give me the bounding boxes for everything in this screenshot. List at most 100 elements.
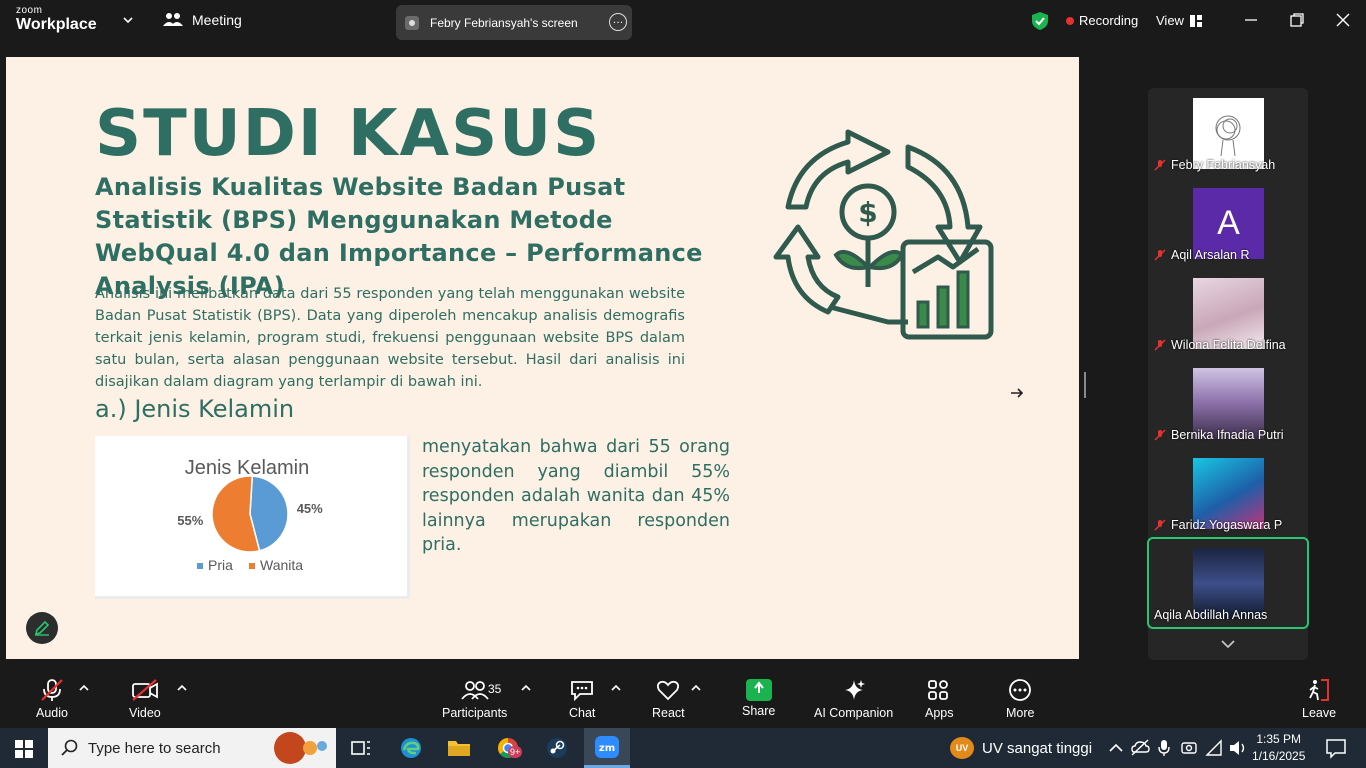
chevron-up-icon[interactable] <box>177 684 187 692</box>
windows-start-icon[interactable] <box>14 739 34 759</box>
participant-tile[interactable]: Febry Febriansyah <box>1148 88 1308 178</box>
edge-browser-icon[interactable] <box>398 736 424 760</box>
apps-icon <box>928 680 949 700</box>
clock-time: 1:35 PM <box>1256 732 1302 746</box>
participant-tile[interactable]: Bernika Ifnadia Putri <box>1148 358 1308 448</box>
cloud-off-icon[interactable] <box>1129 736 1151 760</box>
network-icon[interactable] <box>1204 736 1224 760</box>
apps-button[interactable]: Apps <box>925 678 954 720</box>
participant-tile[interactable]: Wilona Felita Delfina <box>1148 268 1308 358</box>
participant-name-row: Aqil Arsalan R <box>1154 248 1250 262</box>
sparkle-icon <box>844 680 865 700</box>
chevron-down-icon[interactable] <box>122 14 134 26</box>
chevron-up-icon[interactable] <box>611 684 621 692</box>
participants-label: Participants <box>442 706 508 720</box>
svg-text:$: $ <box>858 196 877 229</box>
task-view-icon[interactable] <box>348 736 374 760</box>
svg-text:zm: zm <box>599 743 615 754</box>
video-off-icon <box>131 679 158 701</box>
minimize-icon[interactable] <box>1243 12 1259 28</box>
participant-name-row: Febry Febriansyah <box>1154 158 1275 172</box>
participant-tile[interactable]: Faridz Yogaswara P <box>1148 448 1308 538</box>
view-button[interactable]: View <box>1156 13 1202 28</box>
apps-label: Apps <box>925 706 954 720</box>
participant-name: Faridz Yogaswara P <box>1171 518 1283 532</box>
leave-button[interactable]: Leave <box>1302 678 1336 720</box>
pencil-icon <box>34 620 50 636</box>
legend-swatch-pria <box>197 563 203 569</box>
meeting-label: Meeting <box>192 12 242 28</box>
mic-muted-icon <box>1154 519 1166 531</box>
share-label: Febry Febriansyah's screen <box>430 15 578 30</box>
data-label-pria: 45% <box>297 501 323 516</box>
restore-icon[interactable] <box>1289 12 1305 28</box>
recording-dot-icon <box>1066 16 1074 25</box>
volume-icon[interactable] <box>1228 736 1248 760</box>
share-label: Share <box>742 704 776 718</box>
heart-icon <box>657 680 680 701</box>
system-clock[interactable]: 1:35 PM 1/16/2025 <box>1252 731 1305 765</box>
clock-date: 1/16/2025 <box>1252 749 1306 763</box>
section-heading: a.) Jenis Kelamin <box>95 395 295 423</box>
brand-bottom: Workplace <box>16 16 97 33</box>
participant-tile-active-speaker[interactable]: Aqila Abdillah Annas <box>1147 537 1309 629</box>
pie-chart-card: Jenis Kelamin 45% 55% Pria Wanita <box>95 436 410 599</box>
close-icon[interactable] <box>1335 12 1351 28</box>
zoom-logo[interactable]: zoom Workplace <box>16 6 97 33</box>
video-button[interactable]: Video <box>129 678 161 720</box>
screen-share-pill[interactable]: Febry Febriansyah's screen … <box>396 5 632 40</box>
shield-check-icon[interactable] <box>1031 11 1049 31</box>
microphone-icon[interactable] <box>1156 736 1172 760</box>
mic-muted-icon <box>1154 339 1166 351</box>
annotate-button[interactable] <box>26 612 58 644</box>
file-explorer-icon[interactable] <box>446 736 472 760</box>
panel-resize-handle[interactable] <box>1084 372 1086 398</box>
ai-companion-label: AI Companion <box>814 706 894 720</box>
legend-swatch-wanita <box>249 563 255 569</box>
share-screen-icon <box>745 679 772 701</box>
chat-label: Chat <box>569 706 596 720</box>
zoom-app-taskbar-button[interactable]: zm <box>584 728 630 768</box>
chevron-up-icon[interactable] <box>521 684 531 692</box>
chrome-icon[interactable]: 9+ <box>496 736 523 760</box>
share-button[interactable]: Share <box>742 678 775 718</box>
chrome-notification-badge: 9+ <box>508 746 523 758</box>
slide-title: STUDI KASUS <box>95 97 602 171</box>
weather-text: UV sangat tinggi <box>982 739 1093 757</box>
arrow-cursor-icon <box>1011 388 1024 398</box>
recording-indicator[interactable]: Recording <box>1066 13 1138 28</box>
chevron-up-icon[interactable] <box>691 684 701 692</box>
taskbar-search-box[interactable]: Type here to search <box>48 728 336 768</box>
notifications-icon[interactable] <box>1323 736 1349 760</box>
chevron-up-icon[interactable] <box>1106 736 1126 760</box>
share-options-button[interactable]: … <box>609 13 627 31</box>
participant-name-row: Aqila Abdillah Annas <box>1154 608 1267 622</box>
money-growth-illustration: $ <box>773 129 994 340</box>
pie-chart: Jenis Kelamin 45%55%Pria Wanita <box>177 457 323 573</box>
ai-companion-button[interactable]: AI Companion <box>814 678 893 720</box>
people-icon <box>163 13 183 26</box>
react-button[interactable]: React <box>652 678 685 720</box>
participant-tile[interactable]: A Aqil Arsalan R <box>1148 178 1308 268</box>
search-icon <box>61 739 78 756</box>
camera-icon[interactable] <box>1180 736 1198 760</box>
more-label: More <box>1006 706 1035 720</box>
windows-taskbar: Type here to search 9+ zm UV UV sangat t… <box>0 728 1366 768</box>
audio-label: Audio <box>36 706 68 720</box>
participant-name: Aqil Arsalan R <box>1171 248 1250 262</box>
chat-button[interactable]: Chat <box>569 678 595 720</box>
meeting-info-button[interactable]: Meeting <box>163 12 242 28</box>
steam-icon[interactable] <box>544 736 570 760</box>
chart-description: menyatakan bahwa dari 55 orang responden… <box>422 437 730 555</box>
mic-muted-icon <box>1154 429 1166 441</box>
participant-name-row: Faridz Yogaswara P <box>1154 518 1282 532</box>
chevron-down-icon[interactable] <box>1220 639 1236 649</box>
data-label-wanita: 55% <box>177 513 203 528</box>
chevron-up-icon[interactable] <box>79 684 89 692</box>
legend-label-pria: Pria <box>208 557 233 573</box>
leave-label: Leave <box>1302 706 1337 720</box>
weather-widget[interactable]: UV UV sangat tinggi <box>950 737 1092 759</box>
more-button[interactable]: More <box>1006 678 1034 720</box>
planets-icon <box>274 732 327 764</box>
audio-button[interactable]: Audio <box>36 678 68 720</box>
